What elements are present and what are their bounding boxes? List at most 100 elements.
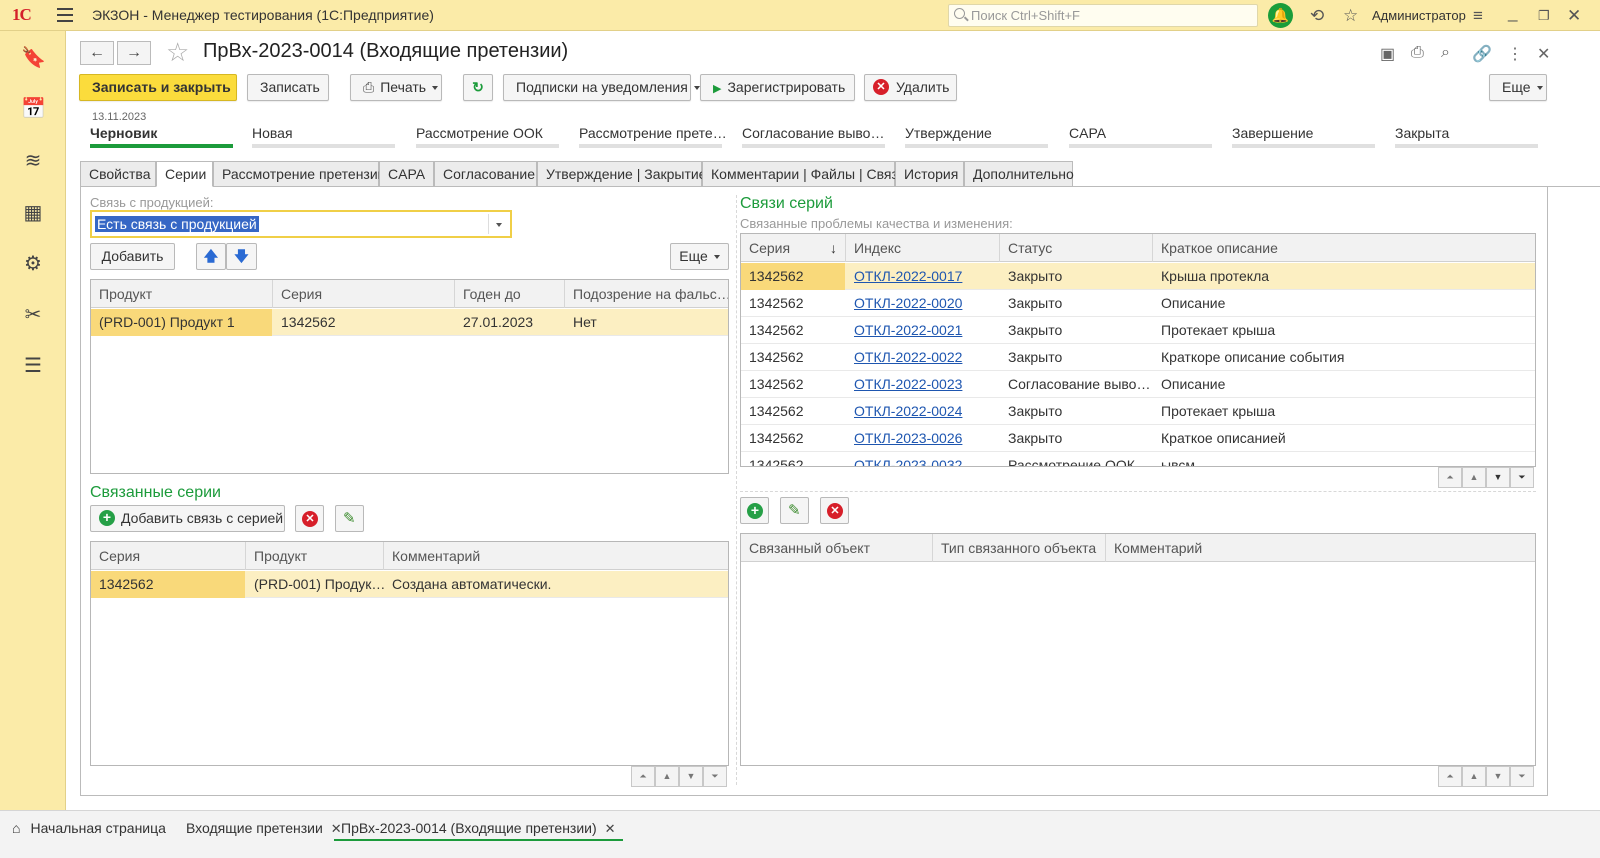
scroll-last-icon[interactable]: ⏷ [1510,467,1534,488]
edit-object-button[interactable]: ✎ [780,497,809,524]
cell-comment[interactable]: Создана автоматически. [384,571,728,598]
cell-description[interactable]: Краткое описанией [1153,425,1535,452]
notifications-bell-icon[interactable]: 🔔 [1268,3,1293,28]
save-button[interactable]: Записать [247,74,329,101]
save-and-close-button[interactable]: Записать и закрыть [79,74,237,101]
scroll-up-icon[interactable]: ▲ [1462,467,1486,488]
add-series-link-button[interactable]: + Добавить связь с серией [90,505,285,532]
scroll-down-icon[interactable]: ▼ [679,766,703,787]
tab-claim-review[interactable]: Рассмотрение претензии [213,161,386,187]
cell-series[interactable]: 1342562 [741,344,846,371]
index-link[interactable]: ОТКЛ-2023-0032 [854,457,962,466]
edit-series-link-button[interactable]: ✎ [335,505,364,532]
favorites-star-icon[interactable]: ☆ [1343,6,1358,26]
cell-index[interactable]: ОТКЛ-2022-0023 [846,371,1000,398]
tab-history[interactable]: История [895,161,964,187]
col-product[interactable]: Продукт [246,542,384,570]
cell-status[interactable]: Закрыто [1000,290,1153,317]
scroll-first-icon[interactable]: ⏶ [1438,467,1462,488]
refresh-button[interactable]: ↻ [463,74,493,101]
link-icon[interactable]: 🔗 [1472,44,1492,64]
bookmark-icon[interactable]: 🔖 [21,46,46,70]
cell-series[interactable]: 1342562 [741,425,846,452]
col-comment[interactable]: Комментарий [1106,534,1535,562]
print-icon[interactable]: ⎙ [1411,44,1424,62]
table-row[interactable]: 1342562 ОТКЛ-2022-0020 Закрыто Описание [741,290,1535,317]
save-icon[interactable]: ▣ [1380,44,1395,64]
search-input[interactable]: Поиск Ctrl+Shift+F [948,4,1258,27]
cell-index[interactable]: ОТКЛ-2022-0021 [846,317,1000,344]
tab-capa[interactable]: CAPA [379,161,434,187]
index-link[interactable]: ОТКЛ-2022-0020 [854,295,962,311]
more-vertical-icon[interactable]: ⋮ [1507,44,1523,64]
cell-status[interactable]: Закрыто [1000,425,1153,452]
cell-series[interactable]: 1342562 [741,290,846,317]
col-related-object[interactable]: Связанный объект [741,534,933,562]
cell-description[interactable]: Крыша протекла [1153,263,1535,290]
scroll-first-icon[interactable]: ⏶ [1438,766,1462,787]
forward-button[interactable]: → [117,41,151,65]
cell-description[interactable]: Протекает крыша [1153,398,1535,425]
table-row[interactable]: 1342562 ОТКЛ-2022-0023 Согласование выво… О… [741,371,1535,398]
print-button[interactable]: ⎙ Печать [350,74,442,101]
col-counterfeit[interactable]: Подозрение на фальс… [565,280,728,308]
cell-status[interactable]: Закрыто [1000,344,1153,371]
list-icon[interactable]: ☰ [21,354,45,378]
gears-icon[interactable]: ⚙ [21,252,45,276]
chevron-down-icon[interactable] [488,214,510,234]
cell-series[interactable]: 1342562 [741,371,846,398]
move-down-button[interactable]: 🡇 [226,243,257,270]
table-row[interactable]: 1342562 ОТКЛ-2022-0024 Закрыто Протекает кр… [741,398,1535,425]
index-link[interactable]: ОТКЛ-2022-0024 [854,403,962,419]
cell-series[interactable]: 1342562 [741,263,845,290]
index-link[interactable]: ОТКЛ-2022-0021 [854,322,962,338]
cell-description[interactable]: Протекает крыша [1153,317,1535,344]
cell-series[interactable]: 1342562 [741,317,846,344]
tab-additional[interactable]: Дополнительно [964,161,1074,187]
back-button[interactable]: ← [80,41,114,65]
add-object-button[interactable]: + [740,497,769,524]
cell-status[interactable]: Закрыто [1000,263,1153,290]
col-series[interactable]: Серия ↓ [741,234,846,262]
preview-icon[interactable]: ⌕ [1441,44,1450,62]
cell-description[interactable]: Описание [1153,290,1535,317]
scroll-up-icon[interactable]: ▲ [655,766,679,787]
cell-index[interactable]: ОТКЛ-2022-0024 [846,398,1000,425]
current-user[interactable]: Администратор [1372,8,1466,23]
cell-expiry[interactable]: 27.01.2023 [455,309,565,336]
register-button[interactable]: ▶ Зарегистрировать [700,74,855,101]
index-link[interactable]: ОТКЛ-2022-0017 [854,268,962,284]
cell-series[interactable]: 1342562 [273,309,455,336]
cell-status[interactable]: Закрыто [1000,317,1153,344]
tab-comments-files-links[interactable]: Комментарии | Файлы | Связи [702,161,906,187]
window-tab-current-claim[interactable]: ПрВх-2023-0014 (Входящие претензии) ✕ [334,815,623,841]
col-object-type[interactable]: Тип связанного объекта [933,534,1106,562]
table-row[interactable]: (PRD-001) Продукт 1 1342562 27.01.2023 Н… [91,309,728,336]
add-button[interactable]: Добавить [90,243,175,270]
cell-description[interactable]: Описание [1153,371,1535,398]
cell-status[interactable]: Согласование выво… [1000,371,1153,398]
move-up-button[interactable]: 🡅 [196,243,226,270]
close-form-icon[interactable]: ✕ [1537,44,1550,64]
presentation-icon[interactable]: ▦ [21,201,45,225]
tab-properties[interactable]: Свойства [80,161,156,187]
cell-series[interactable]: 1342562 [91,571,245,598]
col-product[interactable]: Продукт [91,280,273,308]
settings-menu-icon[interactable]: ≡ [1473,6,1483,26]
table-row[interactable]: 1342562 ОТКЛ-2022-0022 Закрыто Краткоре опи… [741,344,1535,371]
tab-series[interactable]: Серии [156,161,213,187]
cell-series[interactable]: 1342562 [741,398,846,425]
cell-status[interactable]: Рассмотрение ООК [1000,452,1153,466]
delete-button[interactable]: ✕ Удалить [864,74,957,101]
more-button[interactable]: Еще [1489,74,1547,101]
table-row[interactable]: 1342562 ОТКЛ-2022-0017 Закрыто Крыша протек… [741,263,1535,290]
subscriptions-button[interactable]: Подписки на уведомления [503,74,700,101]
tab-confirm-close[interactable]: Утверждение | Закрытие [537,161,706,187]
cell-index[interactable]: ОТКЛ-2022-0020 [846,290,1000,317]
col-expiry[interactable]: Годен до [455,280,565,308]
favorite-star-icon[interactable]: ☆ [166,37,189,68]
index-link[interactable]: ОТКЛ-2022-0023 [854,376,962,392]
col-index[interactable]: Индекс [846,234,1000,262]
table-row[interactable]: 1342562 ОТКЛ-2023-0026 Закрыто Краткое опис… [741,425,1535,452]
scroll-up-icon[interactable]: ▲ [1462,766,1486,787]
